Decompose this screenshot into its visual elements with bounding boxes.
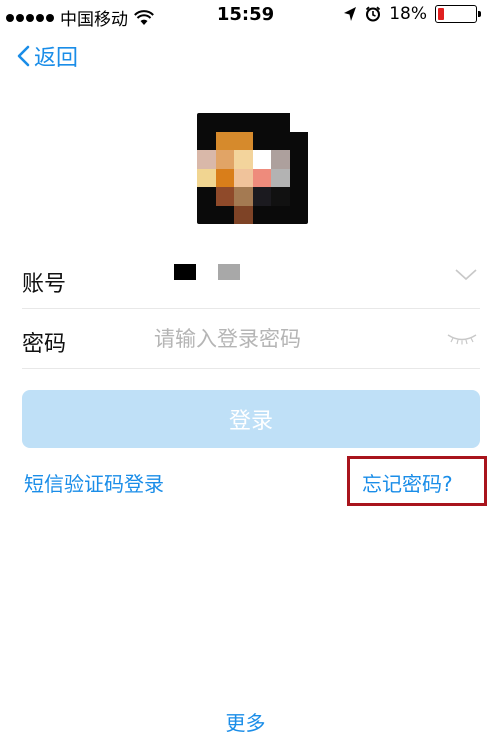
avatar-pixel — [271, 150, 290, 169]
account-mask-block — [218, 264, 240, 280]
avatar-pixel — [215, 131, 234, 150]
location-arrow-icon — [344, 7, 357, 21]
avatar-pixel — [271, 113, 290, 132]
forgot-password-link[interactable]: 忘记密码? — [362, 468, 453, 497]
back-button[interactable]: 返回 — [16, 40, 78, 72]
avatar-pixel — [252, 113, 271, 132]
sms-login-link[interactable]: 短信验证码登录 — [24, 468, 164, 497]
account-label: 账号 — [22, 272, 67, 297]
password-row: 密码 — [22, 310, 480, 369]
avatar-pixel — [197, 131, 216, 150]
avatar-pixel — [234, 205, 253, 224]
avatar-pixel — [215, 113, 234, 132]
avatar-pixel — [289, 131, 308, 150]
alarm-icon — [366, 6, 381, 22]
avatar-pixel — [234, 187, 253, 206]
login-screen: 中国移动 15:59 18% 返回 账号 密码 登录 短信验证码登录 忘记密码?… — [0, 0, 491, 735]
avatar-pixel — [271, 131, 290, 150]
avatar-pixel — [289, 205, 308, 224]
status-bar-right: 18% — [343, 4, 481, 24]
password-label: 密码 — [22, 332, 67, 357]
avatar-pixel — [234, 150, 253, 169]
avatar-pixel — [215, 168, 234, 187]
password-input[interactable] — [152, 320, 436, 358]
avatar-pixel — [252, 150, 271, 169]
chevron-down-icon[interactable] — [454, 268, 478, 282]
avatar-pixel — [289, 150, 308, 169]
battery-level-fill — [438, 8, 445, 20]
avatar-pixel — [197, 168, 216, 187]
avatar-pixel — [289, 168, 308, 187]
more-link[interactable]: 更多 — [0, 707, 491, 735]
avatar-pixel — [234, 131, 253, 150]
eye-closed-icon[interactable] — [446, 332, 478, 346]
battery-percent: 18% — [389, 4, 427, 24]
avatar-pixel — [197, 205, 216, 224]
avatar-pixel — [271, 187, 290, 206]
chevron-left-icon — [17, 45, 30, 67]
avatar-pixel — [252, 205, 271, 224]
avatar-pixel — [197, 150, 216, 169]
avatar-pixel — [252, 187, 271, 206]
back-label: 返回 — [34, 46, 79, 71]
login-button[interactable]: 登录 — [22, 390, 480, 448]
avatar-pixel — [271, 168, 290, 187]
avatar-pixel — [215, 205, 234, 224]
avatar-pixel — [252, 168, 271, 187]
avatar-pixel — [234, 113, 253, 132]
account-value[interactable] — [174, 264, 240, 280]
battery-icon — [435, 5, 481, 23]
avatar-pixel — [271, 205, 290, 224]
avatar-pixel — [215, 187, 234, 206]
avatar-pixel — [197, 113, 216, 132]
avatar-pixel — [197, 187, 216, 206]
status-bar: 中国移动 15:59 18% — [0, 0, 491, 30]
account-mask-block — [174, 264, 196, 280]
avatar-pixel — [289, 113, 308, 132]
avatar[interactable] — [197, 113, 308, 224]
avatar-pixel — [289, 187, 308, 206]
avatar-pixel — [252, 131, 271, 150]
account-row: 账号 — [22, 250, 480, 309]
avatar-pixel — [234, 168, 253, 187]
avatar-pixel — [215, 150, 234, 169]
